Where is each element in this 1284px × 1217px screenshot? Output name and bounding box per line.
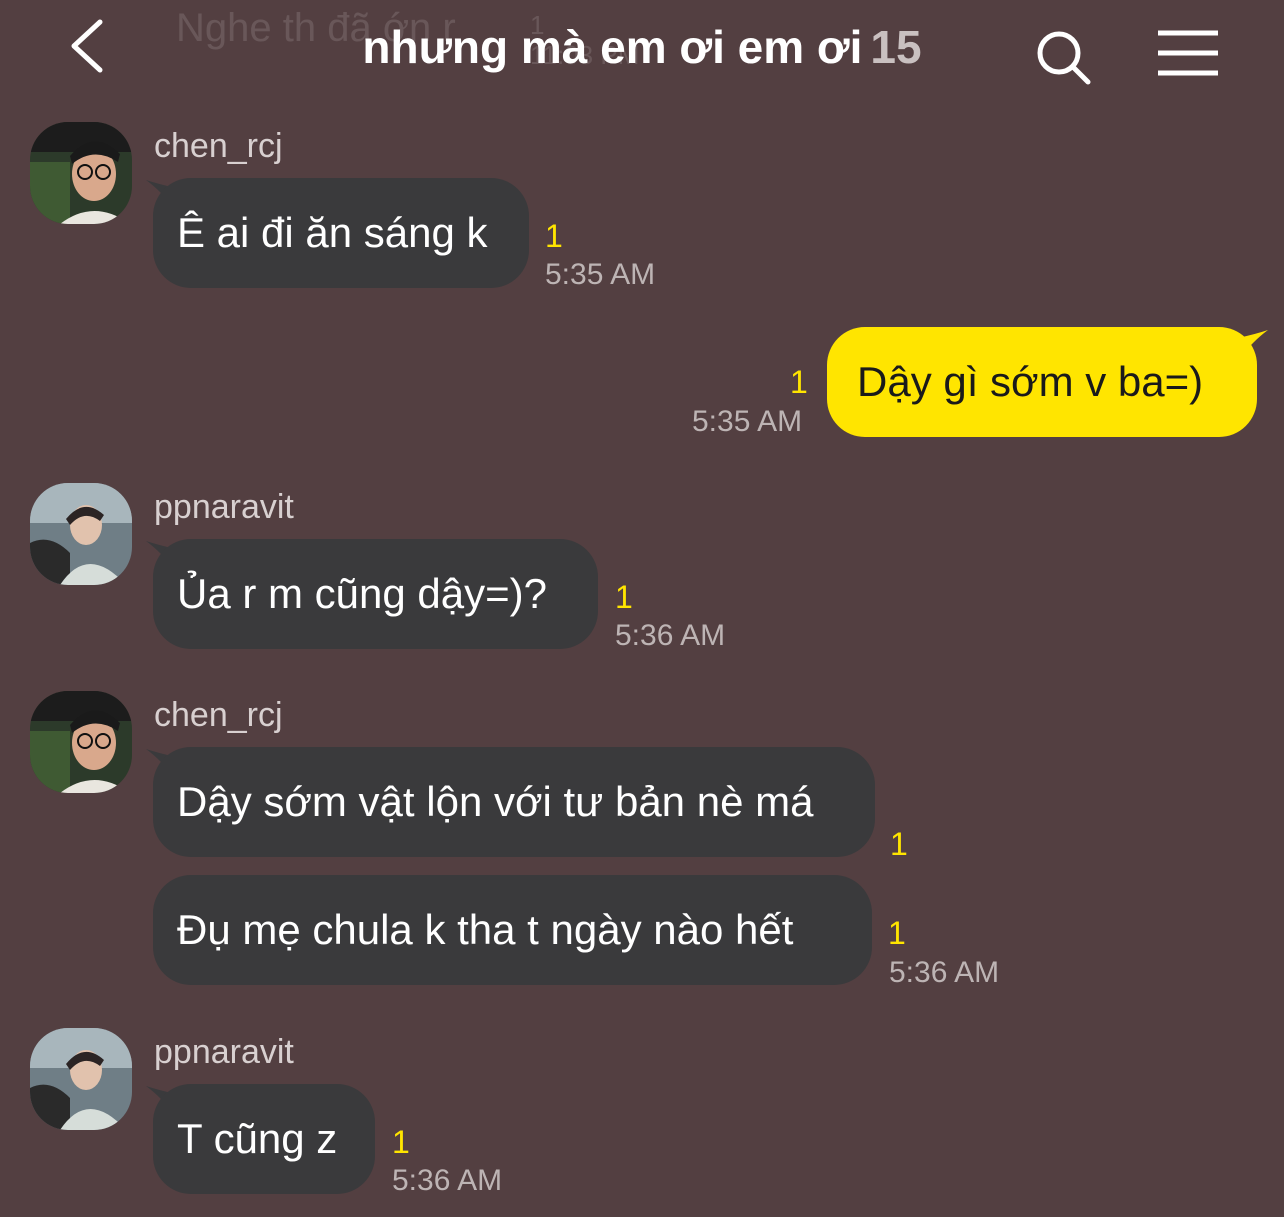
chat-title-text: nhưng mà em ơi em ơi [362, 21, 863, 73]
sender-name: chen_rcj [154, 696, 283, 734]
avatar-image-icon [30, 483, 132, 585]
unread-count: 1 [890, 826, 908, 862]
avatar[interactable] [30, 122, 132, 224]
message-bubble[interactable]: T cũng z [153, 1084, 375, 1194]
message-bubble-outgoing[interactable]: Dậy gì sớm v ba=) [827, 327, 1257, 437]
unread-count: 1 [392, 1124, 410, 1160]
sender-name: ppnaravit [154, 488, 294, 526]
avatar[interactable] [30, 483, 132, 585]
message-time: 5:36 AM [889, 956, 1000, 989]
chat-header: Nghe th đã ớn r 1 11:03 PM nhưng mà em ơ… [0, 0, 1284, 100]
message-time: 5:35 AM [692, 405, 803, 438]
search-icon[interactable] [1034, 28, 1094, 88]
sender-name: ppnaravit [154, 1033, 294, 1071]
message-bubble[interactable]: Ê ai đi ăn sáng k [153, 178, 529, 288]
unread-count: 1 [888, 915, 906, 951]
avatar[interactable] [30, 691, 132, 793]
message-bubble[interactable]: Dậy sớm vật lộn với tư bản nè má [153, 747, 875, 857]
unread-count: 1 [790, 364, 808, 400]
hamburger-menu-icon[interactable] [1156, 28, 1220, 78]
avatar-image-icon [30, 691, 132, 793]
avatar-image-icon [30, 122, 132, 224]
member-count: 15 [870, 21, 922, 73]
message-time: 5:36 AM [615, 619, 726, 652]
message-time: 5:36 AM [392, 1164, 503, 1197]
message-bubble[interactable]: Đụ mẹ chula k tha t ngày nào hết [153, 875, 872, 985]
avatar-image-icon [30, 1028, 132, 1130]
unread-count: 1 [545, 218, 563, 254]
avatar[interactable] [30, 1028, 132, 1130]
message-time: 5:35 AM [545, 258, 656, 291]
unread-count: 1 [615, 579, 633, 615]
sender-name: chen_rcj [154, 127, 283, 165]
message-bubble[interactable]: Ủa r m cũng dậy=)? [153, 539, 598, 649]
